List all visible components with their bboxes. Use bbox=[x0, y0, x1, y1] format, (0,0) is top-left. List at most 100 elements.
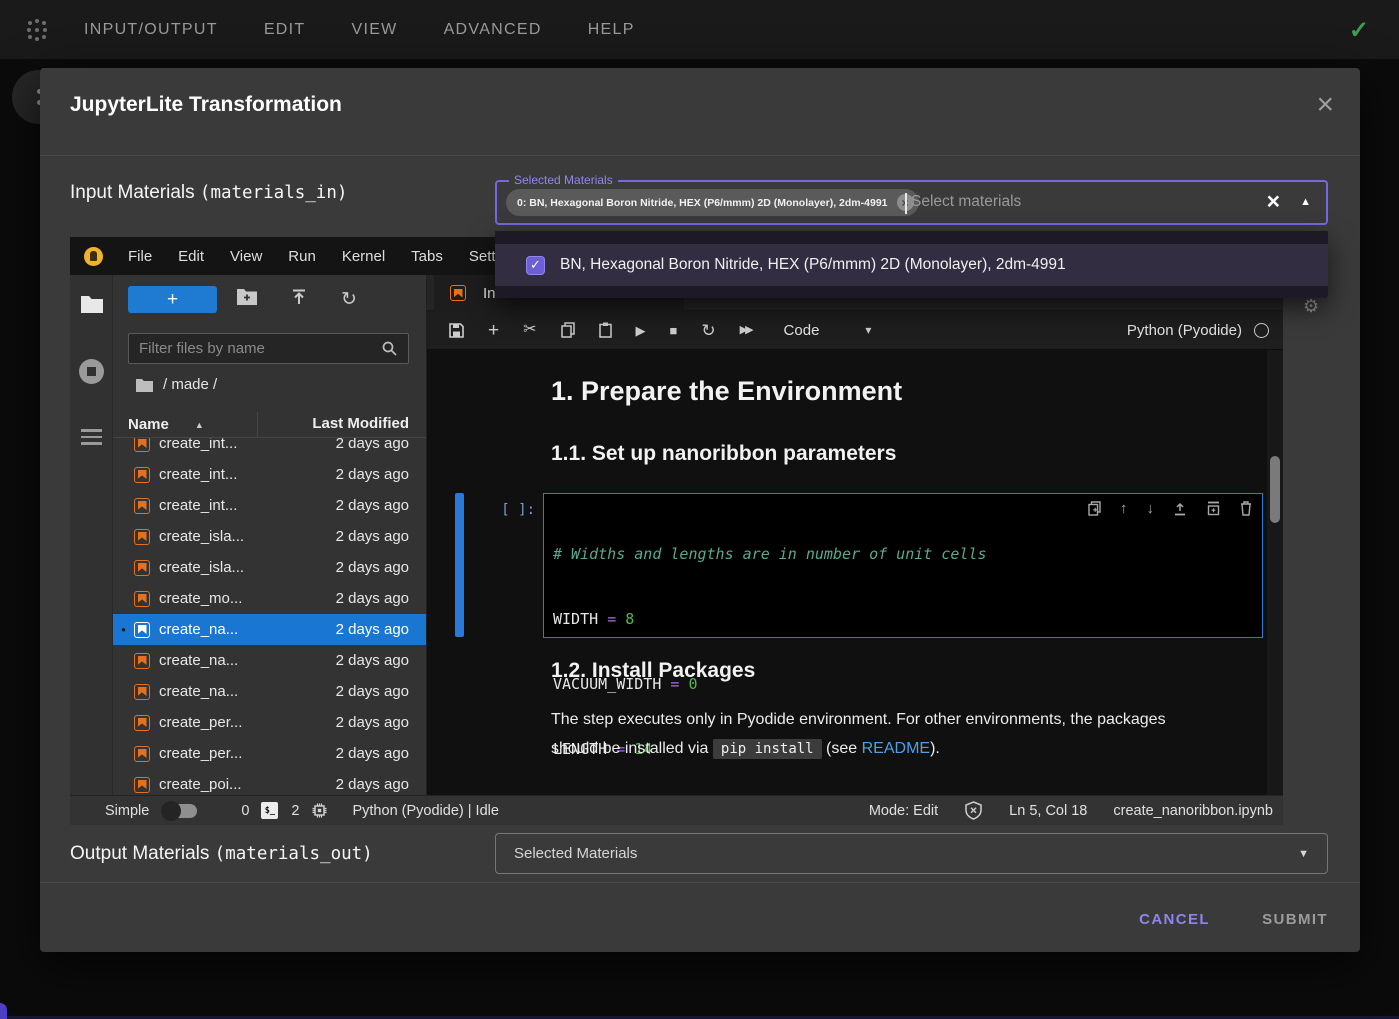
stop-kernel-icon[interactable]: ■ bbox=[670, 324, 678, 337]
jupyter-menu-view[interactable]: View bbox=[217, 248, 275, 265]
file-row[interactable]: create_int...2 days ago bbox=[113, 490, 426, 521]
new-launcher-button[interactable]: + bbox=[128, 286, 217, 313]
save-icon[interactable] bbox=[449, 323, 464, 338]
material-option-label: BN, Hexagonal Boron Nitride, HEX (P6/mmm… bbox=[560, 256, 1066, 274]
kernel-name-button[interactable]: Python (Pyodide) bbox=[1127, 322, 1242, 339]
jupyter-menu-tabs[interactable]: Tabs bbox=[398, 248, 456, 265]
paste-cells-icon[interactable] bbox=[599, 322, 612, 338]
run-cell-icon[interactable]: ▶ bbox=[636, 324, 646, 337]
inline-code: pip install bbox=[713, 739, 822, 759]
insert-cell-below-icon[interactable] bbox=[1206, 501, 1221, 516]
file-row[interactable]: create_mo...2 days ago bbox=[113, 583, 426, 614]
file-row[interactable]: create_per...2 days ago bbox=[113, 707, 426, 738]
checkbox-checked-icon[interactable]: ✓ bbox=[526, 256, 545, 275]
jupyterlite-logo-icon bbox=[84, 247, 103, 266]
simple-mode-toggle[interactable] bbox=[163, 804, 197, 818]
jupyter-menu: File Edit View Run Kernel Tabs Sett bbox=[115, 248, 509, 265]
restart-run-all-icon[interactable]: ▶▶ bbox=[740, 325, 754, 336]
duplicate-cell-icon[interactable] bbox=[1088, 501, 1101, 516]
cell-collapser[interactable] bbox=[455, 493, 464, 637]
file-row[interactable]: create_poi...2 days ago bbox=[113, 769, 426, 795]
notebook-toolbar: + ✂ ▶ ■ ↻ ▶▶ Code ▾ bbox=[427, 311, 1283, 350]
cancel-button[interactable]: CANCEL bbox=[1139, 902, 1210, 936]
file-row[interactable]: create_na...2 days ago bbox=[113, 676, 426, 707]
refresh-icon[interactable]: ↻ bbox=[341, 288, 357, 311]
chevron-down-icon[interactable]: ▾ bbox=[865, 323, 871, 337]
menu-advanced[interactable]: ADVANCED bbox=[444, 21, 542, 39]
move-cell-up-icon[interactable]: ↑ bbox=[1120, 501, 1128, 516]
filter-files-input[interactable] bbox=[128, 333, 409, 364]
name-column-header[interactable]: Name ▲ bbox=[113, 412, 257, 437]
insert-cell-above-icon[interactable] bbox=[1173, 501, 1187, 516]
jupyter-menu-run[interactable]: Run bbox=[275, 248, 329, 265]
file-row[interactable]: create_per...2 days ago bbox=[113, 738, 426, 769]
breadcrumb-path: / made / bbox=[163, 376, 217, 393]
collapse-dropdown-icon[interactable]: ▲ bbox=[1300, 196, 1311, 208]
check-icon[interactable]: ✓ bbox=[1349, 16, 1369, 45]
kernel-status-icon[interactable] bbox=[1254, 323, 1269, 338]
clear-selection-icon[interactable]: × bbox=[1267, 188, 1280, 215]
running-sessions-icon[interactable] bbox=[79, 359, 104, 384]
file-row-selected[interactable]: ●create_na...2 days ago bbox=[113, 614, 426, 645]
file-list: create_int...2 days ago create_int...2 d… bbox=[113, 438, 426, 795]
notebook-icon bbox=[134, 438, 150, 452]
file-row[interactable]: create_int...2 days ago bbox=[113, 459, 426, 490]
move-cell-down-icon[interactable]: ↓ bbox=[1147, 501, 1155, 516]
cut-cells-icon[interactable]: ✂ bbox=[523, 322, 536, 338]
apps-grid-icon[interactable] bbox=[24, 17, 50, 43]
file-row[interactable]: create_isla...2 days ago bbox=[113, 521, 426, 552]
restart-kernel-icon[interactable]: ↻ bbox=[701, 322, 715, 339]
file-row[interactable]: create_na...2 days ago bbox=[113, 645, 426, 676]
notebook-paragraph: The step executes only in Pyodide enviro… bbox=[551, 706, 1171, 763]
file-browser-icon[interactable] bbox=[80, 294, 104, 314]
jupyter-menu-kernel[interactable]: Kernel bbox=[329, 248, 398, 265]
menu-help[interactable]: HELP bbox=[588, 21, 635, 39]
jupyter-main: + ↻ / made / bbox=[70, 275, 1283, 795]
menu-input-output[interactable]: INPUT/OUTPUT bbox=[84, 21, 218, 39]
table-of-contents-icon[interactable] bbox=[81, 429, 102, 445]
shield-x-icon[interactable] bbox=[964, 801, 983, 820]
jupyter-menu-file[interactable]: File bbox=[115, 248, 165, 265]
output-materials-select[interactable]: Selected Materials ▼ bbox=[495, 833, 1328, 874]
material-option[interactable]: ✓ BN, Hexagonal Boron Nitride, HEX (P6/m… bbox=[495, 244, 1328, 286]
breadcrumb[interactable]: / made / bbox=[136, 376, 217, 393]
menu-view[interactable]: VIEW bbox=[351, 21, 397, 39]
upload-icon[interactable] bbox=[290, 288, 308, 306]
notebook-scrollbar[interactable] bbox=[1267, 350, 1283, 795]
close-icon[interactable]: × bbox=[1316, 90, 1334, 120]
output-materials-label: Output Materials (materials_out) bbox=[70, 843, 373, 865]
terminals-count[interactable]: 0 bbox=[241, 803, 249, 819]
footer-divider bbox=[40, 882, 1360, 883]
screen: INPUT/OUTPUT EDIT VIEW ADVANCED HELP ✓ J… bbox=[0, 0, 1399, 1019]
mode-indicator[interactable]: Mode: Edit bbox=[869, 803, 938, 819]
active-filename[interactable]: create_nanoribbon.ipynb bbox=[1113, 803, 1273, 819]
notebook-icon bbox=[134, 715, 150, 731]
code-cell[interactable]: # Widths and lengths are in number of un… bbox=[543, 493, 1263, 638]
modified-column-header[interactable]: Last Modified bbox=[257, 412, 426, 437]
file-row[interactable]: create_int...2 days ago bbox=[113, 438, 426, 459]
notebook-icon bbox=[134, 529, 150, 545]
kernels-count[interactable]: 2 bbox=[291, 803, 299, 819]
input-materials-text: Input Materials bbox=[70, 182, 200, 203]
readme-link[interactable]: README bbox=[862, 740, 930, 757]
notebook-icon bbox=[134, 684, 150, 700]
scrollbar-thumb[interactable] bbox=[1270, 456, 1280, 523]
materials-out-code: (materials_out) bbox=[215, 844, 373, 864]
kernel-chip-icon bbox=[311, 802, 328, 819]
kernel-status-text[interactable]: Python (Pyodide) | Idle bbox=[352, 803, 498, 819]
add-cell-icon[interactable]: + bbox=[488, 321, 499, 340]
menu-edit[interactable]: EDIT bbox=[264, 21, 306, 39]
gear-icon[interactable]: ⚙ bbox=[1303, 296, 1319, 317]
submit-button[interactable]: SUBMIT bbox=[1262, 902, 1328, 936]
material-chip[interactable]: 0: BN, Hexagonal Boron Nitride, HEX (P6/… bbox=[506, 189, 919, 216]
notebook-icon bbox=[134, 777, 150, 793]
cursor-position[interactable]: Ln 5, Col 18 bbox=[1009, 803, 1087, 819]
jupyter-menu-edit[interactable]: Edit bbox=[165, 248, 217, 265]
new-folder-icon[interactable] bbox=[236, 288, 258, 306]
copy-cells-icon[interactable] bbox=[561, 322, 575, 338]
delete-cell-icon[interactable] bbox=[1240, 501, 1252, 516]
file-row[interactable]: create_isla...2 days ago bbox=[113, 552, 426, 583]
cell-type-select[interactable]: Code bbox=[784, 322, 820, 339]
selected-materials-combobox[interactable]: Selected Materials 0: BN, Hexagonal Boro… bbox=[495, 180, 1328, 225]
file-list-header: Name ▲ Last Modified bbox=[113, 412, 426, 438]
